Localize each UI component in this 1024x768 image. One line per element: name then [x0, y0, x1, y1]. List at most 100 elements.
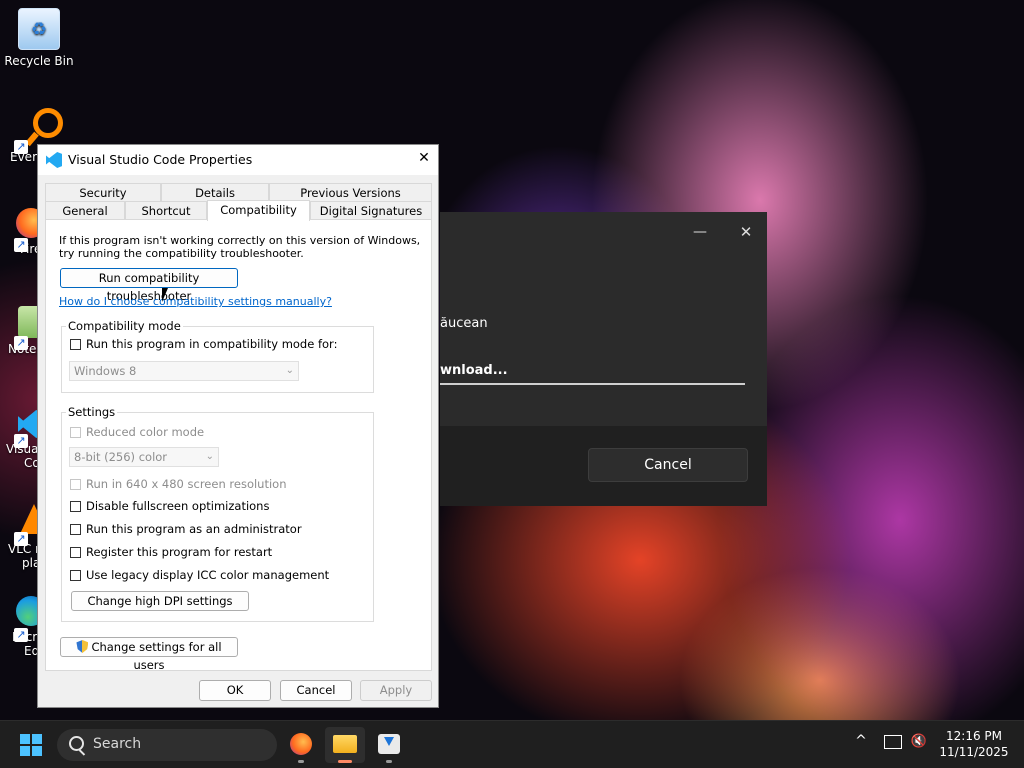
network-icon[interactable]: [884, 735, 902, 749]
apply-button[interactable]: Apply: [360, 680, 432, 701]
tab-general[interactable]: General: [45, 201, 125, 219]
checkbox-label: Reduced color mode: [86, 425, 205, 439]
checkbox-label: Disable fullscreen optimizations: [86, 499, 270, 513]
intro-text: If this program isn't working correctly …: [59, 234, 421, 247]
clock-date: 11/11/2025: [939, 745, 1009, 759]
clock[interactable]: 12:16 PM 11/11/2025: [936, 729, 1012, 759]
start-button[interactable]: [20, 734, 42, 756]
volume-muted-icon[interactable]: 🔇: [910, 734, 928, 749]
os-select[interactable]: Windows 8 ⌄: [69, 361, 299, 381]
background-download-dialog: — ✕ ăucean wnload... Cancel: [440, 212, 767, 506]
download-status: wnload...: [440, 363, 508, 378]
shortcut-arrow-icon: ↗: [14, 336, 28, 350]
compatibility-mode-group: Compatibility mode Run this program in c…: [61, 319, 374, 393]
taskbar-file-explorer[interactable]: [325, 727, 365, 763]
chevron-down-icon: ⌄: [285, 365, 294, 376]
button-label: Change settings for all users: [91, 640, 222, 672]
shortcut-arrow-icon: ↗: [14, 434, 28, 448]
checkbox-label: Run this program as an administrator: [86, 522, 302, 536]
running-indicator: [386, 760, 392, 763]
checkbox-label: Run in 640 x 480 screen resolution: [86, 477, 287, 491]
resolution-checkbox[interactable]: [70, 479, 81, 490]
search-icon-handle: [78, 749, 86, 756]
tray-overflow-chevron[interactable]: ^: [852, 733, 870, 749]
group-legend: Compatibility mode: [66, 319, 183, 333]
change-dpi-button[interactable]: Change high DPI settings: [71, 591, 249, 611]
progress-bar: [440, 383, 745, 385]
register-restart-checkbox[interactable]: [70, 547, 81, 558]
minimize-button[interactable]: —: [680, 218, 720, 246]
windows-logo-icon: [20, 734, 42, 756]
title-bar: Visual Studio Code Properties ✕: [38, 145, 438, 175]
select-value: 8-bit (256) color: [74, 450, 168, 464]
button-label: Cancel: [296, 683, 336, 697]
tab-digital-signatures[interactable]: Digital Signatures: [310, 201, 432, 219]
dialog-title: Visual Studio Code Properties: [68, 152, 253, 167]
shield-icon: [76, 640, 89, 653]
tab-label: Shortcut: [141, 204, 191, 218]
search-placeholder: Search: [93, 736, 142, 752]
active-indicator: [338, 760, 352, 763]
cancel-button[interactable]: Cancel: [280, 680, 352, 701]
group-legend: Settings: [66, 405, 118, 419]
tab-shortcut[interactable]: Shortcut: [125, 201, 207, 219]
tab-label: Digital Signatures: [319, 204, 423, 218]
change-all-users-button[interactable]: Change settings for all users: [60, 637, 238, 672]
tab-label: Previous Versions: [300, 186, 401, 200]
tab-previous-versions[interactable]: Previous Versions: [269, 183, 432, 201]
settings-group: Settings Reduced color mode 8-bit (256) …: [61, 405, 374, 622]
taskbar-installer[interactable]: [369, 727, 409, 763]
shortcut-arrow-icon: ↗: [14, 532, 28, 546]
checkbox-label: Register this program for restart: [86, 545, 273, 559]
tab-details[interactable]: Details: [161, 183, 269, 201]
chevron-down-icon: ⌄: [205, 451, 214, 462]
tab-compatibility[interactable]: Compatibility: [207, 200, 310, 221]
mouse-cursor: [162, 288, 174, 302]
close-button[interactable]: ✕: [410, 150, 438, 170]
dialog-footer: Cancel: [440, 426, 767, 506]
desktop-icon-label: Recycle Bin: [4, 54, 74, 68]
properties-dialog: Visual Studio Code Properties ✕ Security…: [37, 144, 439, 708]
checkbox-label: Use legacy display ICC color management: [86, 568, 330, 582]
recycle-bin-icon: ♻: [18, 8, 60, 50]
button-label: OK: [226, 683, 244, 697]
tab-label: Compatibility: [220, 203, 297, 217]
shortcut-arrow-icon: ↗: [14, 238, 28, 252]
fullscreen-optimizations-checkbox[interactable]: [70, 501, 81, 512]
button-label: Apply: [379, 683, 413, 697]
close-button[interactable]: ✕: [726, 218, 766, 246]
shortcut-arrow-icon: ↗: [14, 628, 28, 642]
compatibility-panel: If this program isn't working correctly …: [45, 219, 432, 672]
checkbox-label: Run this program in compatibility mode f…: [86, 337, 338, 351]
dialog-text: ăucean: [440, 316, 488, 331]
run-as-admin-checkbox[interactable]: [70, 524, 81, 535]
reduced-color-checkbox[interactable]: [70, 427, 81, 438]
compat-mode-checkbox[interactable]: [70, 339, 81, 350]
cancel-button[interactable]: Cancel: [588, 448, 748, 482]
select-value: Windows 8: [74, 364, 137, 378]
tab-security[interactable]: Security: [45, 183, 161, 201]
running-indicator: [298, 760, 304, 763]
download-box-icon: [378, 734, 400, 754]
firefox-icon: [290, 733, 312, 755]
search-box[interactable]: Search: [57, 729, 277, 761]
ok-button[interactable]: OK: [199, 680, 271, 701]
chevron-up-icon: ^: [855, 733, 867, 749]
clock-time: 12:16 PM: [946, 729, 1002, 743]
tab-label: Details: [195, 186, 235, 200]
tab-label: General: [62, 204, 108, 218]
manual-settings-link[interactable]: How do I choose compatibility settings m…: [59, 295, 332, 308]
shortcut-arrow-icon: ↗: [14, 140, 28, 154]
vscode-icon: [46, 152, 62, 168]
taskbar: Search ^ 🔇 12:16 PM 11/11/2025: [0, 720, 1024, 768]
button-label: Change high DPI settings: [87, 594, 233, 608]
run-troubleshooter-button[interactable]: Run compatibility troubleshooter: [60, 268, 238, 303]
desktop-icon-recycle-bin[interactable]: ♻ Recycle Bin: [0, 8, 78, 68]
intro-text: try running the compatibility troublesho…: [59, 247, 304, 260]
tab-label: Security: [79, 186, 127, 200]
search-icon: [69, 736, 84, 751]
taskbar-firefox[interactable]: [281, 727, 321, 763]
folder-icon: [333, 735, 357, 753]
legacy-icc-checkbox[interactable]: [70, 570, 81, 581]
color-depth-select[interactable]: 8-bit (256) color ⌄: [69, 447, 219, 467]
